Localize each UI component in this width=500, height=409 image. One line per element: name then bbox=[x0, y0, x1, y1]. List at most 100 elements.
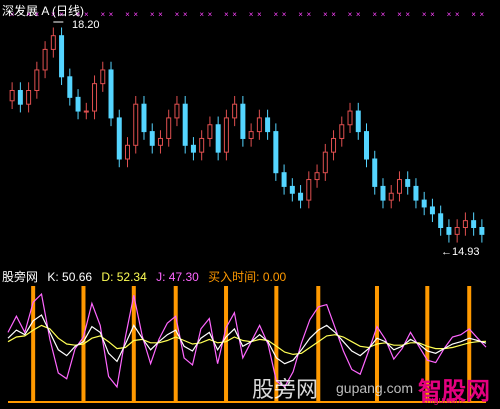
signal-marker: × bbox=[257, 10, 262, 19]
signal-marker: × bbox=[323, 10, 328, 19]
candlestick-panel[interactable]: × × × × × × × × × × × × × × × × × × × × × × × × × × × × × × × × × × × × × × × bbox=[0, 0, 500, 262]
watermark-site-url: gupang.com bbox=[336, 380, 414, 396]
candle-body bbox=[166, 117, 172, 139]
candle-body bbox=[454, 227, 460, 235]
signal-marker: × bbox=[150, 10, 155, 19]
signal-marker: × bbox=[274, 10, 279, 19]
signal-marker: × bbox=[133, 10, 138, 19]
candle-body bbox=[462, 220, 468, 229]
candle-body bbox=[273, 131, 279, 174]
candle-body bbox=[289, 185, 295, 194]
candle-body bbox=[133, 103, 139, 146]
signal-marker: × bbox=[232, 10, 237, 19]
signal-marker: × bbox=[298, 10, 303, 19]
candle-body bbox=[256, 117, 262, 133]
candle-body bbox=[125, 144, 130, 160]
candle-body bbox=[190, 144, 196, 153]
candle-body bbox=[429, 206, 435, 215]
candle-body bbox=[248, 131, 254, 139]
candle-body bbox=[67, 76, 73, 98]
signal-marker: × bbox=[455, 10, 460, 19]
candle-body bbox=[223, 117, 229, 153]
candle-body bbox=[471, 220, 477, 229]
signal-marker: × bbox=[471, 10, 476, 19]
candle-body bbox=[446, 227, 452, 235]
candle-body bbox=[26, 90, 32, 105]
signal-marker: × bbox=[208, 10, 213, 19]
logo-subtext: zhigu.com bbox=[422, 395, 464, 405]
signal-marker: × bbox=[480, 10, 485, 19]
candle-body bbox=[331, 137, 337, 153]
signal-marker: × bbox=[183, 10, 188, 19]
candle-body bbox=[380, 185, 386, 201]
candle-body bbox=[322, 151, 328, 174]
candle-body bbox=[157, 137, 163, 146]
signal-marker: × bbox=[249, 10, 254, 19]
candle-body bbox=[34, 69, 40, 92]
candle-body bbox=[199, 137, 205, 153]
signal-marker: × bbox=[422, 10, 427, 19]
signal-marker: × bbox=[356, 10, 361, 19]
candle-body bbox=[339, 124, 345, 139]
candle-body bbox=[174, 103, 180, 119]
candle-body bbox=[83, 110, 89, 113]
stock-chart-window: × × × × × × × × × × × × × × × × × × × × × × × × × × × × × × × × × × × × × × × … bbox=[0, 0, 500, 409]
candle-body bbox=[232, 103, 238, 119]
candle-body bbox=[182, 103, 188, 146]
signal-marker: × bbox=[430, 10, 435, 19]
buy-signal-bar bbox=[224, 286, 229, 402]
candle-body bbox=[265, 117, 271, 133]
signal-marker: × bbox=[331, 10, 336, 19]
candle-body bbox=[17, 90, 23, 105]
signal-marker: × bbox=[397, 10, 402, 19]
watermark-site-name: 股旁网 bbox=[252, 377, 319, 402]
candle-body bbox=[479, 227, 485, 235]
signal-marker: × bbox=[405, 10, 410, 19]
candle-body bbox=[50, 35, 56, 50]
candle-body bbox=[141, 103, 147, 133]
candle-body bbox=[364, 131, 369, 160]
candle-body bbox=[421, 199, 427, 208]
candle-body bbox=[372, 158, 378, 187]
signal-marker: × bbox=[381, 10, 386, 19]
candle-body bbox=[281, 172, 287, 187]
candle-body bbox=[149, 131, 155, 146]
signal-marker: × bbox=[447, 10, 452, 19]
candle-body bbox=[116, 117, 122, 160]
candle-body bbox=[314, 172, 320, 181]
signal-marker: × bbox=[224, 10, 229, 19]
signal-marker: × bbox=[306, 10, 311, 19]
stock-title: 深发展 A (日线) bbox=[2, 4, 85, 18]
candle-body bbox=[215, 124, 221, 153]
candle-body bbox=[388, 192, 394, 201]
low-price-label: ←14.93 bbox=[441, 246, 480, 258]
signal-marker: × bbox=[372, 10, 377, 19]
candle-body bbox=[59, 35, 65, 78]
candle-body bbox=[298, 192, 304, 201]
signal-marker: × bbox=[199, 10, 204, 19]
candle-body bbox=[108, 69, 114, 119]
signal-marker: × bbox=[109, 10, 114, 19]
high-price-label: 18.20 bbox=[72, 19, 100, 31]
signal-marker: × bbox=[84, 10, 89, 19]
signal-marker: × bbox=[100, 10, 105, 19]
signal-marker: × bbox=[175, 10, 180, 19]
candle-body bbox=[306, 179, 312, 201]
candle-body bbox=[355, 110, 361, 133]
candle-body bbox=[92, 83, 98, 112]
candle-body bbox=[405, 179, 411, 187]
candle-body bbox=[396, 179, 402, 194]
candle-body bbox=[75, 96, 81, 112]
candle-body bbox=[42, 48, 48, 71]
candle-body bbox=[100, 69, 106, 85]
candle-body bbox=[9, 90, 15, 102]
site-logo: 智股网 zhigu.com bbox=[418, 365, 500, 405]
signal-marker: × bbox=[158, 10, 163, 19]
candle-body bbox=[347, 110, 353, 126]
buy-signal-bar bbox=[173, 286, 178, 402]
candle-body bbox=[413, 185, 419, 201]
candle-body bbox=[207, 124, 213, 139]
signal-marker: × bbox=[348, 10, 353, 19]
candle-body bbox=[438, 213, 444, 229]
candle-body bbox=[240, 103, 246, 139]
